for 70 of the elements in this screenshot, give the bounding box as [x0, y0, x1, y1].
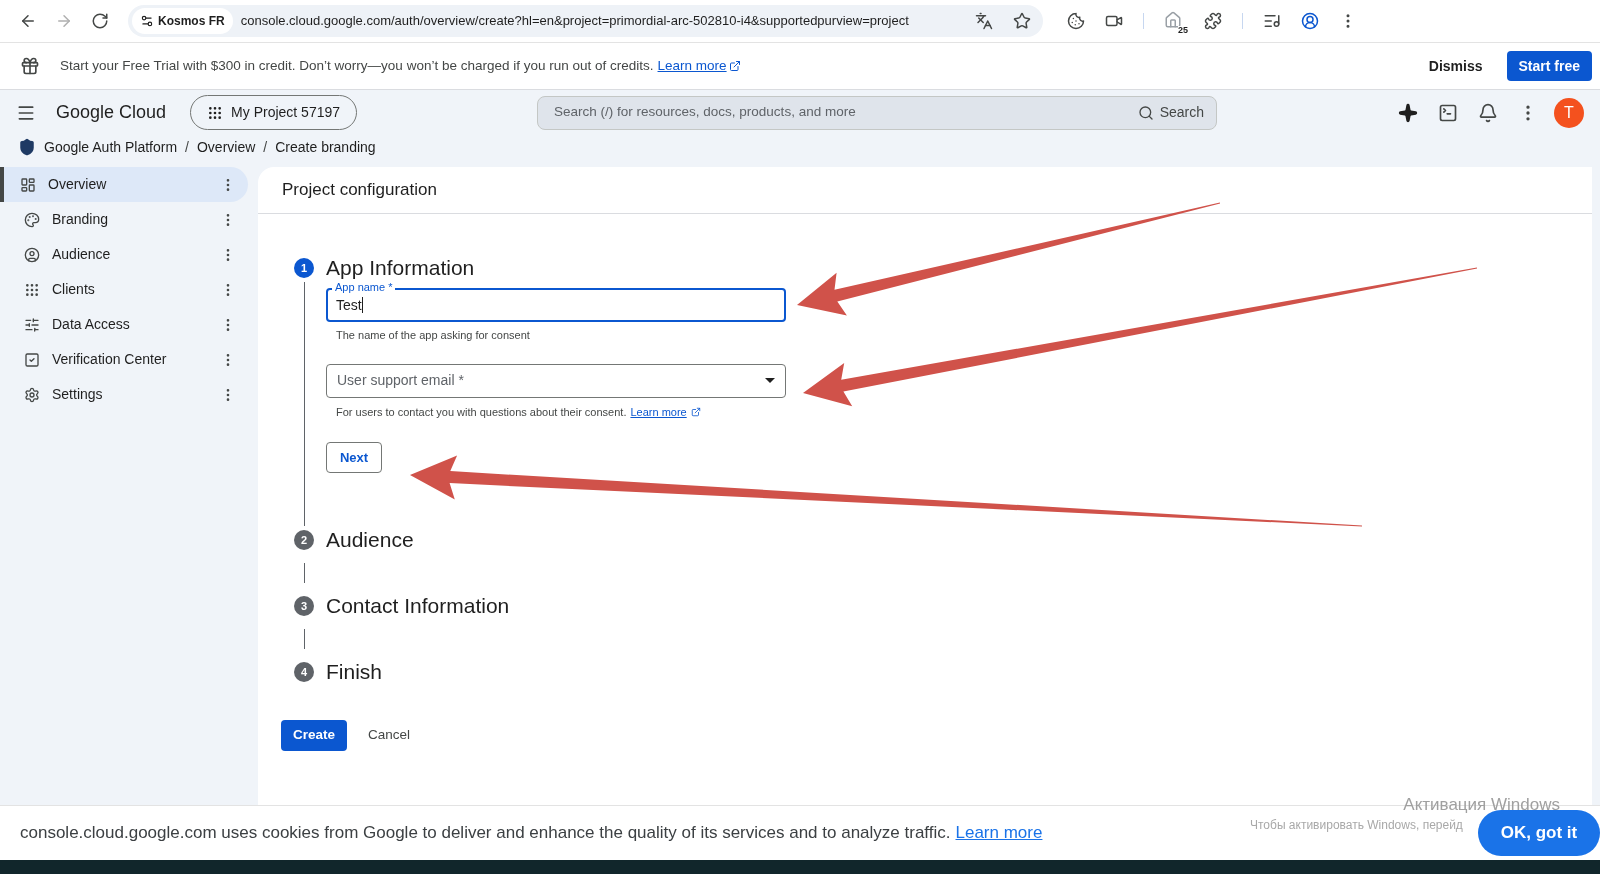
address-bar[interactable]: Kosmos FR console.cloud.google.com/auth/overview/create?hl=en&project=primordial-arc-502810-i4&supportedpurview=project — [128, 5, 1043, 37]
dismiss-button[interactable]: Dismiss — [1416, 47, 1495, 85]
sparkle-icon[interactable] — [1398, 102, 1418, 123]
dots-icon — [207, 104, 224, 121]
breadcrumb-link[interactable]: Google Auth Platform — [44, 136, 178, 158]
extensions-icon[interactable] — [1204, 12, 1222, 30]
breadcrumb-link[interactable]: Create branding — [275, 136, 376, 158]
brand-logo-text[interactable]: Google Cloud — [56, 99, 167, 126]
settings-icon — [24, 386, 40, 403]
start-free-button[interactable]: Start free — [1506, 51, 1592, 81]
bookmark-star-icon[interactable] — [1013, 12, 1031, 30]
cancel-button[interactable]: Cancel — [366, 720, 413, 751]
site-chip[interactable]: Kosmos FR — [132, 8, 233, 34]
page-title: Project configuration — [282, 179, 437, 202]
sidebar-item[interactable]: Data Access — [0, 307, 248, 342]
count-badge: 25 — [1178, 26, 1188, 35]
sidebar-item[interactable]: Branding — [0, 202, 248, 237]
field-label: App name * — [332, 282, 396, 293]
breadcrumb-link[interactable]: Overview — [196, 136, 256, 158]
step-title: App Information — [326, 255, 475, 282]
learn-more-link[interactable]: Learn more — [630, 403, 687, 420]
step-number: 3 — [294, 596, 314, 616]
dashboard-icon — [20, 176, 36, 193]
grid-icon — [24, 281, 40, 298]
step-title: Finish — [326, 659, 383, 686]
step-number: 2 — [294, 530, 314, 550]
sidebar-item[interactable]: Verification Center — [0, 342, 248, 377]
activation-notice-text: Чтобы активировать Windows, перейд — [1250, 817, 1463, 834]
sidebar-item[interactable]: Audience — [0, 237, 248, 272]
support-email-dropdown[interactable]: User support email * — [326, 363, 786, 398]
field-hint: The name of the app asking for consent — [336, 328, 531, 343]
palette-icon — [24, 211, 40, 228]
list-settings-icon — [24, 316, 40, 333]
gift-icon — [20, 56, 40, 76]
search-field[interactable]: Search (/) for resources, docs, products, and more Search — [537, 95, 1218, 130]
ok-button[interactable]: OK, got it — [1478, 810, 1600, 856]
terminal-icon[interactable] — [1438, 102, 1458, 123]
sidebar-item[interactable]: Clients — [0, 272, 248, 307]
reload-icon[interactable] — [91, 12, 109, 30]
search-button[interactable]: Search — [1137, 102, 1205, 123]
external-link-icon — [690, 406, 701, 417]
url-text: console.cloud.google.com/auth/overview/create?hl=en&project=primordial-arc-502810-i4&supportedpurview=project — [240, 12, 909, 31]
profile-icon[interactable] — [1301, 12, 1319, 30]
step-title: Audience — [326, 527, 414, 554]
notifications-icon[interactable] — [1478, 102, 1498, 123]
person-icon — [24, 246, 40, 263]
media-icon[interactable] — [1263, 12, 1281, 30]
dropdown-caret-icon — [765, 378, 775, 383]
checkbox-icon — [24, 351, 40, 368]
shield-icon — [18, 138, 36, 156]
step-title: Contact Information — [326, 593, 510, 620]
sidebar-item[interactable]: Settings — [0, 377, 248, 412]
step-number: 1 — [294, 258, 314, 278]
step-number: 4 — [294, 662, 314, 682]
back-icon[interactable] — [19, 12, 37, 30]
field-hint: For users to contact you with questions about their consent. — [336, 404, 627, 420]
breadcrumb-separator: / — [263, 137, 268, 157]
create-button[interactable]: Create — [281, 720, 348, 751]
search-icon — [1137, 104, 1154, 121]
external-link-icon — [728, 60, 741, 72]
site-settings-icon — [140, 14, 154, 28]
breadcrumb-separator: / — [185, 137, 189, 157]
cookie-message: console.cloud.google.com uses cookies from Google to deliver and enhance the quality of its services and to analyze traffic. — [20, 822, 951, 845]
cookie-icon[interactable] — [1067, 12, 1085, 30]
learn-more-link[interactable]: Learn more — [955, 820, 1043, 846]
translate-icon[interactable] — [975, 12, 993, 30]
trial-message: Start your Free Trial with $300 in credit. Don’t worry—you won’t be charged if you run out of credits. — [60, 56, 654, 75]
sidebar-item[interactable]: Overview — [0, 167, 248, 202]
next-button[interactable]: Next — [326, 442, 382, 473]
learn-more-link[interactable]: Learn more — [657, 55, 727, 77]
